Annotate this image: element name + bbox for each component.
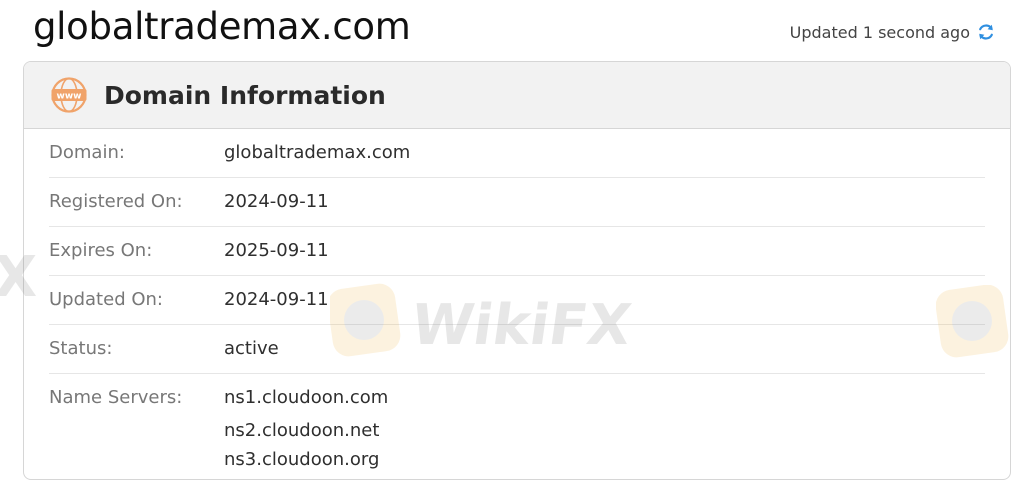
info-rows: Domain: globaltrademax.com Registered On…	[24, 129, 1010, 479]
www-icon: www	[50, 76, 88, 114]
row-label: Domain:	[49, 142, 125, 163]
domain-info-card: www Domain Information Domain: globaltra…	[23, 61, 1011, 480]
name-server-item: ns2.cloudoon.net	[224, 420, 380, 441]
row-label: Status:	[49, 338, 113, 359]
row-status: Status: active	[49, 325, 985, 374]
row-value: 2024-09-11	[224, 289, 329, 310]
row-label: Name Servers:	[49, 387, 183, 408]
updated-status: Updated 1 second ago	[790, 22, 996, 42]
row-updated-on: Updated On: 2024-09-11	[49, 276, 985, 325]
refresh-icon[interactable]	[976, 22, 996, 42]
row-label: Updated On:	[49, 289, 163, 310]
card-header: www Domain Information	[24, 62, 1010, 129]
name-server-item: ns1.cloudoon.com	[224, 387, 389, 408]
name-server-item: ns3.cloudoon.org	[224, 449, 380, 470]
name-server-list: ns1.cloudoon.com ns2.cloudoon.net ns3.cl…	[224, 374, 389, 479]
domain-info-page: globaltrademax.com Updated 1 second ago …	[0, 0, 1016, 497]
row-domain: Domain: globaltrademax.com	[49, 129, 985, 178]
row-value: 2025-09-11	[224, 240, 329, 261]
updated-text: Updated 1 second ago	[789, 22, 970, 42]
card-title: Domain Information	[104, 80, 386, 110]
row-value: globaltrademax.com	[224, 142, 411, 163]
page-title: globaltrademax.com	[33, 5, 411, 48]
row-label: Registered On:	[49, 191, 183, 212]
row-value: 2024-09-11	[224, 191, 329, 212]
row-expires-on: Expires On: 2025-09-11	[49, 227, 985, 276]
row-label: Expires On:	[49, 240, 153, 261]
row-name-servers: Name Servers: ns1.cloudoon.com ns2.cloud…	[49, 374, 985, 479]
status-value: active	[224, 338, 279, 359]
row-registered-on: Registered On: 2024-09-11	[49, 178, 985, 227]
www-icon-text: www	[57, 92, 82, 102]
